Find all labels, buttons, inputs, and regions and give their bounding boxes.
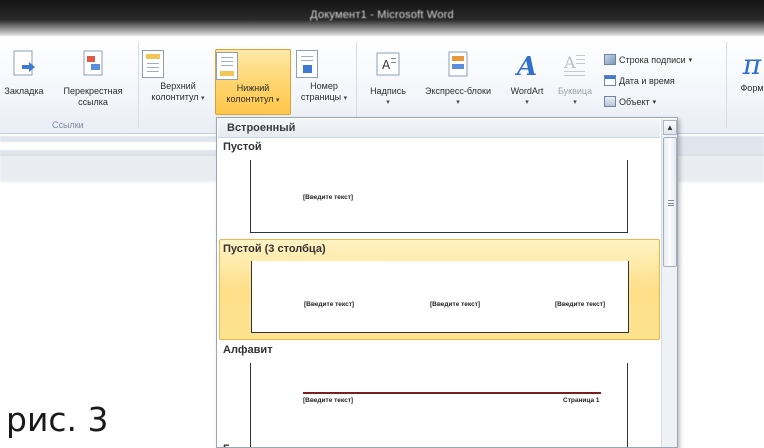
gallery-item-title: Пустой	[223, 141, 262, 153]
scroll-up-button[interactable]: ▲	[663, 120, 677, 135]
date-time-button[interactable]: Дата и время	[604, 75, 675, 86]
chevron-up-icon: ▲	[666, 123, 674, 132]
footer-preview: [Введите текст] [Введите текст] [Введите…	[251, 261, 629, 333]
placeholder-text: [Введите текст]	[303, 194, 354, 201]
bookmark-icon	[2, 50, 46, 83]
page-number-icon	[296, 50, 352, 78]
calendar-icon	[604, 75, 616, 86]
dropcap-button[interactable]: A Буквица ▾	[552, 50, 598, 108]
title-bar: Документ1 - Microsoft Word	[0, 0, 764, 36]
document-top-shade-right	[678, 156, 764, 182]
chevron-down-icon: ▾	[652, 98, 657, 106]
page-number-button[interactable]: Номер страницы ▾	[296, 50, 352, 104]
placeholder-text: [Введите текст]	[555, 301, 606, 308]
gallery-section-header: Встроенный	[218, 119, 660, 138]
chevron-down-icon: ▾	[276, 97, 280, 104]
footer-preview: [Введите текст] Страница 1	[250, 363, 628, 447]
horizontal-ruler[interactable]	[0, 136, 216, 156]
chevron-down-icon: ▾	[456, 99, 460, 106]
gallery-item-title: Алфавит	[223, 344, 273, 356]
alphabet-rule	[303, 392, 601, 394]
gallery-item-title: Пустой (3 столбца)	[223, 243, 326, 255]
links-group-label: Ссылки	[52, 120, 84, 130]
ruler-strip	[0, 142, 216, 150]
svg-text:A: A	[514, 52, 537, 80]
bookmark-button[interactable]: Закладка	[2, 50, 46, 97]
footer-button[interactable]: Нижний колонтитул ▾	[215, 49, 291, 115]
wordart-icon: A	[502, 50, 552, 83]
group-separator	[138, 42, 139, 128]
quick-parts-button[interactable]: Экспресс-блоки ▾	[414, 50, 502, 108]
chevron-down-icon: ▾	[201, 95, 205, 102]
page-number-label: Страница 1	[563, 397, 600, 404]
object-icon	[604, 96, 616, 107]
chevron-down-icon: ▾	[573, 99, 577, 106]
group-separator	[356, 42, 357, 128]
footer-gallery-dropdown[interactable]: Встроенный Пустой [Введите текст] Пустой…	[216, 117, 678, 448]
cross-reference-icon	[52, 50, 134, 83]
document-top-shade	[0, 156, 216, 182]
signature-icon	[604, 54, 616, 65]
textbox-icon: A	[362, 50, 414, 83]
horizontal-ruler-right	[678, 136, 764, 156]
footer-icon	[216, 52, 290, 80]
dropcap-icon: A	[552, 50, 598, 83]
placeholder-text: [Введите текст]	[304, 301, 355, 308]
chevron-down-icon: ▾	[688, 56, 693, 64]
chevron-down-icon: ▾	[343, 95, 348, 102]
grip-icon	[668, 200, 674, 206]
quick-parts-icon	[414, 50, 502, 83]
gallery-item-title-partial: Г	[223, 443, 229, 447]
svg-text:A: A	[382, 58, 391, 72]
equation-button[interactable]: π Форм	[732, 50, 764, 94]
svg-text:A: A	[563, 53, 576, 72]
placeholder-text: [Введите текст]	[430, 301, 481, 308]
gallery-scrollbar[interactable]: ▲	[661, 119, 677, 447]
textbox-button[interactable]: A Надпись ▾	[362, 50, 414, 108]
cross-reference-button[interactable]: Перекрестная ссылка	[52, 50, 134, 108]
chevron-down-icon: ▾	[525, 99, 529, 106]
chevron-down-icon: ▾	[386, 99, 390, 106]
figure-caption: рис. 3	[6, 400, 109, 439]
object-button[interactable]: Объект ▾	[604, 96, 656, 107]
scrollbar-thumb[interactable]	[663, 137, 677, 267]
footer-preview: [Введите текст]	[250, 160, 628, 233]
header-button[interactable]: Верхний колонтитул ▾	[142, 50, 214, 104]
window-title: Документ1 - Microsoft Word	[310, 9, 454, 21]
wordart-button[interactable]: A WordArt ▾	[502, 50, 552, 108]
group-separator	[726, 42, 727, 128]
header-icon	[142, 50, 214, 78]
placeholder-text: [Введите текст]	[303, 397, 354, 404]
pi-icon: π	[742, 48, 762, 81]
signature-line-button[interactable]: Строка подписи ▾	[604, 54, 692, 65]
gallery-item-blank-3col[interactable]: Пустой (3 столбца) [Введите текст] [Введ…	[219, 239, 660, 340]
